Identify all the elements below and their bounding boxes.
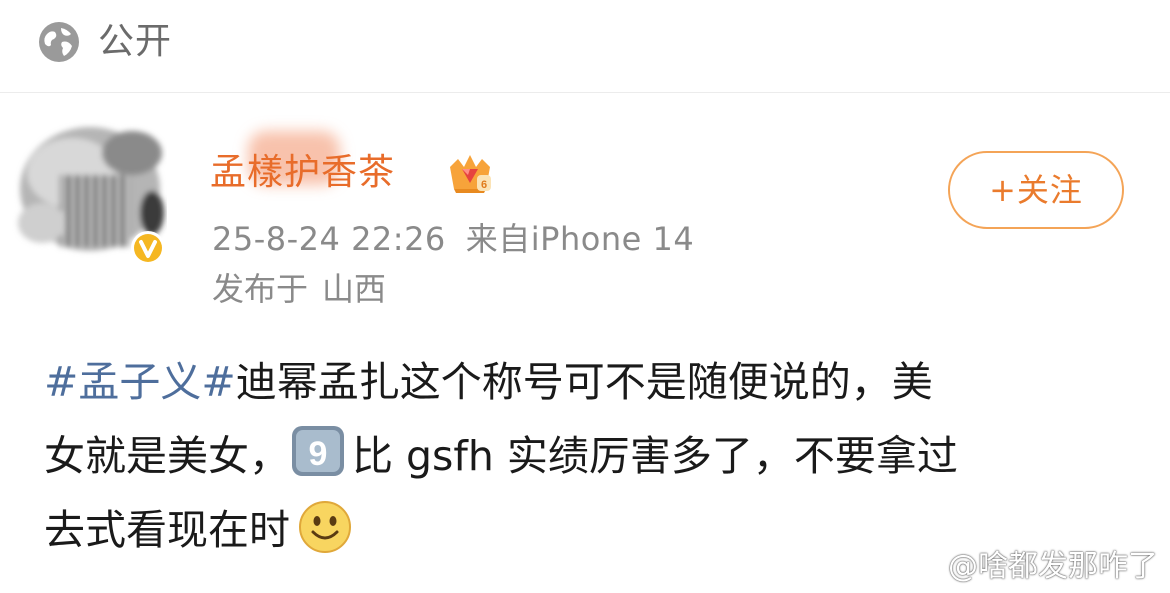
visibility-label: 公开 (98, 21, 173, 62)
visibility-bar: 公开 (0, 0, 1170, 93)
svg-text:6: 6 (481, 179, 487, 191)
watermark: @啥都发那咋了 (900, 548, 1158, 586)
crown-icon: 6 (450, 155, 491, 193)
watermark-text: @啥都发那咋了 (948, 549, 1158, 584)
location-name: 山西 (322, 270, 387, 308)
location-prefix: 发布于 (212, 270, 309, 308)
hashtag-link[interactable]: #孟子义# (44, 358, 236, 406)
post-source: 来自iPhone 14 (465, 220, 695, 258)
content-text-2: 女就是美女， (44, 432, 290, 480)
smiling-face-emoji (299, 501, 351, 553)
globe-icon (39, 22, 79, 62)
post-timestamp: 25-8-24 22:26 (212, 220, 446, 258)
post-meta: 25-8-24 22:26 来自iPhone 14 (212, 217, 714, 261)
follow-button[interactable]: +关注 (948, 151, 1124, 229)
svg-text:9: 9 (309, 435, 328, 473)
keycap-nine-emoji: 9 (292, 426, 344, 476)
weibo-post: 孟樣护香茶 6 +关注 25-8-24 22:26 来自iPhone 14 发布于… (0, 93, 1170, 593)
content-text-3: 比 gsfh 实绩厉害多了，不要拿过 (352, 432, 958, 480)
post-content: #孟子义#迪幂孟扎这个称号可不是随便说的，美 女就是美女， 9 比 gsfh 实绩厉… (44, 345, 1124, 567)
username[interactable]: 孟樣护香茶 (210, 151, 395, 195)
weibo-icon (901, 554, 941, 582)
post-location: 发布于 山西 (212, 267, 400, 311)
content-text-4: 去式看现在时 (44, 506, 290, 554)
content-text-1: 迪幂孟扎这个称号可不是随便说的，美 (235, 358, 933, 406)
verified-v-icon (131, 231, 165, 265)
